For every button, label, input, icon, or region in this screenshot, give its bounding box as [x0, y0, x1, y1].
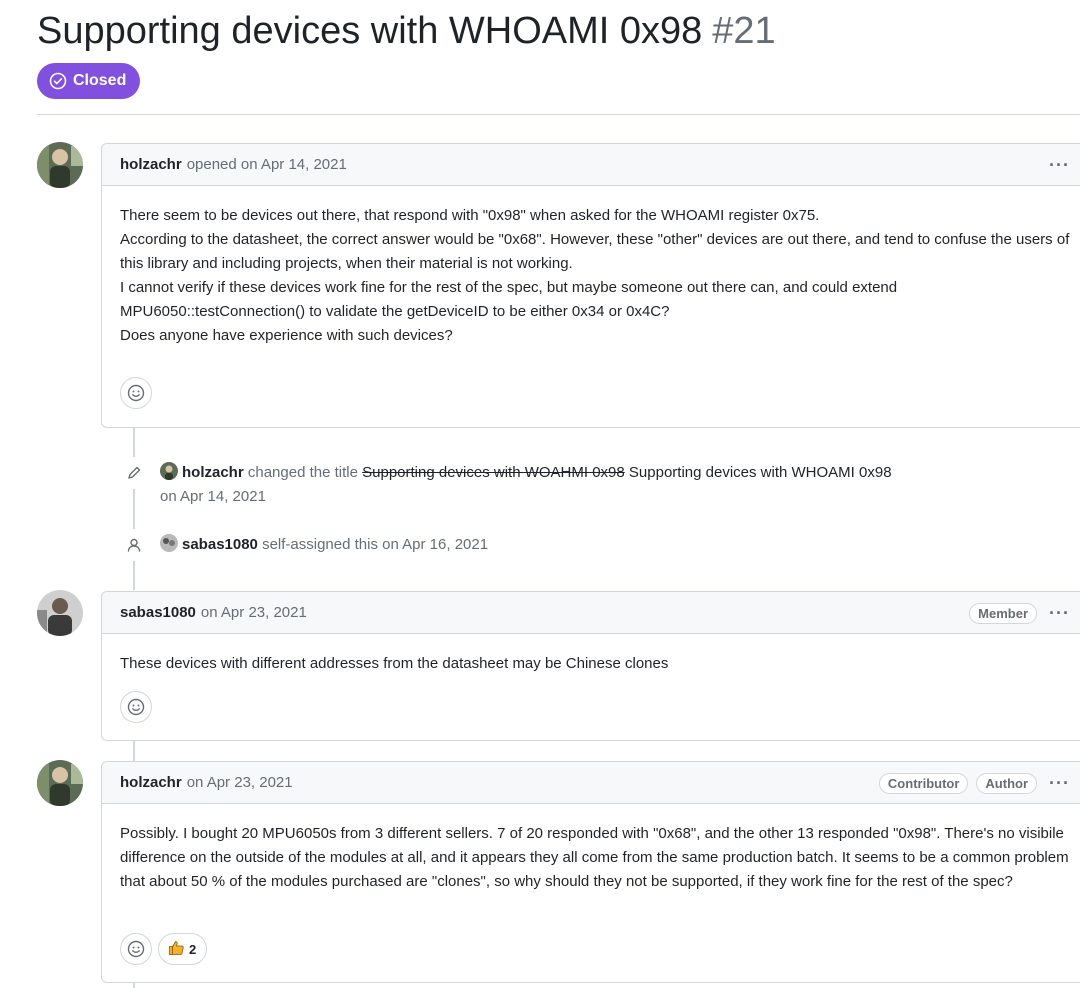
- comment-meta[interactable]: opened on Apr 14, 2021: [187, 156, 347, 173]
- avatar[interactable]: [160, 462, 178, 480]
- timeline-line: [133, 741, 135, 761]
- more-options-icon[interactable]: ···: [1049, 155, 1070, 176]
- comment: holzachr on Apr 23, 2021 Contributor Aut…: [101, 761, 1080, 983]
- author-badge: Author: [976, 772, 1038, 794]
- old-title: Supporting devices with WOAHMI 0x98: [362, 464, 625, 481]
- comment-author[interactable]: sabas1080: [120, 604, 196, 621]
- comment-meta[interactable]: on Apr 23, 2021: [201, 604, 307, 621]
- add-reaction-button[interactable]: [120, 691, 152, 723]
- more-options-icon[interactable]: ···: [1049, 773, 1070, 794]
- comment-body: There seem to be devices out there, that…: [102, 186, 1080, 348]
- comment-author[interactable]: holzachr: [120, 774, 182, 791]
- reactions-bar: [120, 691, 152, 723]
- timeline-line: [133, 428, 135, 590]
- reaction-count: 2: [189, 941, 197, 957]
- comment-paragraph: Possibly. I bought 20 MPU6050s from 3 di…: [120, 825, 1069, 890]
- comment-header: holzachr on Apr 23, 2021 Contributor Aut…: [102, 762, 1080, 804]
- header-divider: [37, 114, 1080, 115]
- avatar[interactable]: [37, 142, 83, 188]
- comment-meta[interactable]: on Apr 23, 2021: [187, 774, 293, 791]
- smiley-icon: [127, 940, 145, 958]
- timeline-event-assign: sabas1080 self-assigned this on Apr 16, …: [118, 529, 489, 561]
- more-options-icon[interactable]: ···: [1049, 603, 1070, 624]
- event-action: changed the title: [247, 464, 358, 481]
- comment-header: sabas1080 on Apr 23, 2021 Member ···: [102, 592, 1080, 634]
- add-reaction-button[interactable]: [120, 377, 152, 409]
- member-badge: Member: [969, 602, 1038, 624]
- person-icon: [118, 529, 150, 561]
- closed-check-icon: [49, 72, 67, 90]
- thumbs-up-icon: [168, 939, 185, 959]
- comment: sabas1080 on Apr 23, 2021 Member ··· The…: [101, 591, 1080, 741]
- issue-number: #21: [712, 10, 776, 52]
- smiley-icon: [127, 384, 145, 402]
- comment-paragraph: I cannot verify if these devices work fi…: [120, 279, 898, 320]
- issue-title-text: Supporting devices with WHOAMI 0x98: [37, 10, 703, 52]
- issue-state-badge: Closed: [37, 63, 141, 99]
- avatar[interactable]: [37, 760, 83, 806]
- reactions-bar: [120, 377, 152, 409]
- timeline-event-rename: holzachr changed the title Supporting de…: [118, 457, 980, 509]
- comment-body: Possibly. I bought 20 MPU6050s from 3 di…: [102, 804, 1080, 894]
- comment-author[interactable]: holzachr: [120, 156, 182, 173]
- comment-paragraph: There seem to be devices out there, that…: [120, 207, 820, 224]
- thumbs-up-reaction[interactable]: 2: [158, 933, 208, 965]
- add-reaction-button[interactable]: [120, 933, 152, 965]
- issue-state-label: Closed: [73, 72, 127, 89]
- avatar[interactable]: [160, 534, 178, 552]
- issue-title: Supporting devices with WHOAMI 0x98 #21: [37, 10, 776, 53]
- avatar[interactable]: [37, 590, 83, 636]
- comment-paragraph: Does anyone have experience with such de…: [120, 327, 453, 344]
- event-actor[interactable]: holzachr: [182, 464, 244, 481]
- comment-paragraph: According to the datasheet, the correct …: [120, 231, 1070, 272]
- event-action: self-assigned this on Apr 16, 2021: [262, 536, 489, 553]
- comment-paragraph: These devices with different addresses f…: [120, 655, 669, 672]
- contributor-badge: Contributor: [878, 772, 969, 794]
- comment-header: holzachr opened on Apr 14, 2021 ···: [102, 144, 1080, 186]
- event-date[interactable]: on Apr 14, 2021: [160, 488, 266, 505]
- smiley-icon: [127, 698, 145, 716]
- event-actor[interactable]: sabas1080: [182, 536, 258, 553]
- comment: holzachr opened on Apr 14, 2021 ··· Ther…: [101, 143, 1080, 428]
- comment-body: These devices with different addresses f…: [102, 634, 1080, 676]
- pencil-icon: [118, 457, 150, 489]
- reactions-bar: 2: [120, 933, 208, 965]
- timeline-line: [133, 983, 135, 988]
- new-title: Supporting devices with WHOAMI 0x98: [628, 464, 892, 481]
